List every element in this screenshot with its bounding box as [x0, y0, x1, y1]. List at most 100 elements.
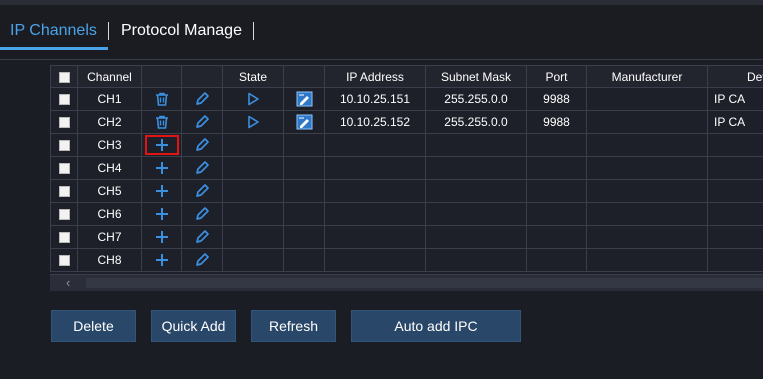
refresh-button[interactable]: Refresh [251, 310, 336, 342]
port-cell [526, 133, 587, 157]
edit-settings-icon[interactable] [296, 91, 313, 107]
row-select-cell[interactable] [50, 248, 78, 272]
ip-address-cell [324, 179, 426, 203]
channel-cell: CH1 [77, 87, 142, 111]
state-cell [222, 156, 284, 180]
edit-cell[interactable] [181, 133, 223, 157]
pencil-icon[interactable] [194, 160, 210, 176]
delete-cell[interactable] [141, 87, 182, 111]
manufacturer-cell [586, 248, 708, 272]
plus-icon[interactable] [155, 207, 169, 221]
manufacturer-cell [586, 202, 708, 226]
row-checkbox[interactable] [58, 232, 70, 244]
pencil-icon[interactable] [194, 183, 210, 199]
edit-settings-icon[interactable] [296, 114, 313, 130]
pencil-icon[interactable] [194, 114, 210, 130]
row-checkbox[interactable] [58, 255, 70, 267]
table-row: CH7 [50, 225, 763, 249]
device-cell [707, 248, 763, 272]
row-checkbox[interactable] [58, 117, 70, 129]
device-cell: IP CA [707, 87, 763, 111]
pencil-icon[interactable] [194, 252, 210, 268]
edit-cell[interactable] [181, 225, 223, 249]
auto-add-ipc-button[interactable]: Auto add IPC [351, 310, 521, 342]
column-header-channel: Channel [77, 65, 142, 88]
config-cell[interactable] [283, 87, 325, 111]
state-cell [222, 133, 284, 157]
trash-icon[interactable] [154, 114, 170, 130]
tab-bar: IP Channels Protocol Manage [0, 5, 763, 60]
plus-icon[interactable] [155, 253, 169, 267]
tab-protocol-manage[interactable]: Protocol Manage [121, 21, 242, 41]
plus-icon[interactable] [155, 230, 169, 244]
add-cell[interactable] [141, 179, 182, 203]
edit-cell[interactable] [181, 202, 223, 226]
channels-table: Channel State IP Address Subnet Mask Por… [50, 65, 763, 272]
device-cell-text: IP CA [714, 115, 746, 129]
add-cell[interactable] [141, 156, 182, 180]
subnet-mask-cell [425, 133, 527, 157]
add-cell[interactable] [141, 248, 182, 272]
pencil-icon[interactable] [194, 137, 210, 153]
delete-button[interactable]: Delete [51, 310, 136, 342]
state-cell[interactable] [222, 110, 284, 134]
pencil-icon[interactable] [194, 91, 210, 107]
row-select-cell[interactable] [50, 87, 78, 111]
delete-cell[interactable] [141, 110, 182, 134]
play-icon[interactable] [246, 115, 260, 129]
device-cell [707, 225, 763, 249]
pencil-icon[interactable] [194, 229, 210, 245]
tab-ip-channels[interactable]: IP Channels [10, 21, 97, 41]
device-cell [707, 179, 763, 203]
edit-cell[interactable] [181, 110, 223, 134]
state-cell[interactable] [222, 87, 284, 111]
subnet-mask-cell [425, 179, 527, 203]
state-cell [222, 202, 284, 226]
add-cell[interactable] [141, 225, 182, 249]
ip-address-cell [324, 202, 426, 226]
horizontal-scrollbar[interactable]: ‹ [50, 274, 763, 291]
select-all-checkbox[interactable] [58, 71, 70, 83]
device-cell [707, 133, 763, 157]
trash-icon[interactable] [154, 91, 170, 107]
table-row: CH5 [50, 179, 763, 203]
row-checkbox[interactable] [58, 186, 70, 198]
add-cell[interactable] [141, 202, 182, 226]
scroll-left-arrow-icon[interactable]: ‹ [66, 276, 70, 290]
row-select-cell[interactable] [50, 225, 78, 249]
scrollbar-thumb[interactable] [86, 278, 763, 288]
quick-add-button[interactable]: Quick Add [151, 310, 236, 342]
select-all-header[interactable] [50, 65, 78, 88]
config-cell[interactable] [283, 110, 325, 134]
row-select-cell[interactable] [50, 156, 78, 180]
play-icon[interactable] [246, 92, 260, 106]
config-cell [283, 248, 325, 272]
plus-icon[interactable] [144, 135, 179, 155]
table-row: CH3 [50, 133, 763, 157]
table-row: CH4 [50, 156, 763, 180]
table-row: CH6 [50, 202, 763, 226]
channel-cell: CH6 [77, 202, 142, 226]
pencil-icon[interactable] [194, 206, 210, 222]
row-checkbox[interactable] [58, 94, 70, 106]
channel-cell-text: CH8 [97, 253, 122, 267]
device-cell-text: IP CA [714, 92, 746, 106]
active-tab-underline [0, 47, 108, 50]
row-select-cell[interactable] [50, 179, 78, 203]
edit-cell[interactable] [181, 156, 223, 180]
ip-address-cell [324, 225, 426, 249]
channel-cell: CH5 [77, 179, 142, 203]
edit-cell[interactable] [181, 87, 223, 111]
edit-cell[interactable] [181, 179, 223, 203]
row-select-cell[interactable] [50, 133, 78, 157]
edit-cell[interactable] [181, 248, 223, 272]
row-checkbox[interactable] [58, 209, 70, 221]
channel-cell-text: CH5 [97, 184, 122, 198]
row-select-cell[interactable] [50, 202, 78, 226]
row-checkbox[interactable] [58, 163, 70, 175]
row-checkbox[interactable] [58, 140, 70, 152]
add-cell[interactable] [141, 133, 182, 157]
plus-icon[interactable] [155, 184, 169, 198]
plus-icon[interactable] [155, 161, 169, 175]
row-select-cell[interactable] [50, 110, 78, 134]
